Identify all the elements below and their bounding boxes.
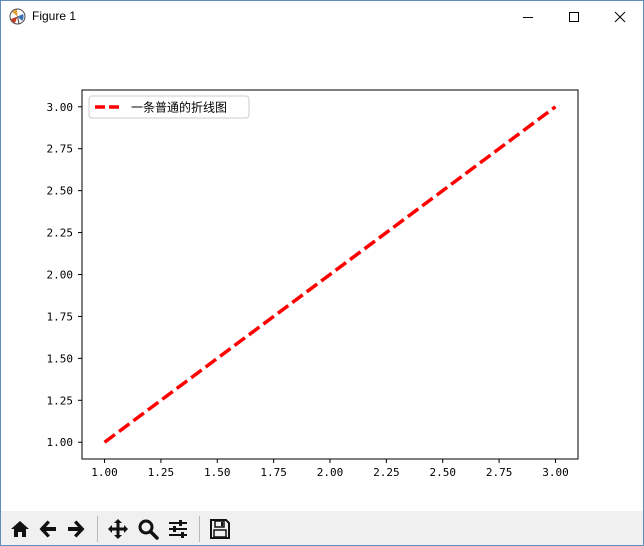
title-bar[interactable]: Figure 1 — [1, 1, 643, 32]
zoom-button[interactable] — [135, 516, 161, 542]
close-icon — [614, 11, 626, 22]
y-tick-label: 2.00 — [47, 269, 74, 282]
toolbar-separator — [199, 516, 200, 542]
x-tick-label: 2.50 — [429, 466, 456, 479]
y-tick-label: 1.50 — [47, 352, 74, 365]
y-tick-label: 1.75 — [47, 310, 74, 323]
y-tick-label: 2.75 — [47, 143, 74, 156]
x-tick-label: 1.00 — [91, 466, 118, 479]
home-icon — [11, 521, 29, 537]
configure-subplots-button[interactable] — [165, 516, 191, 542]
sliders-icon — [169, 520, 187, 538]
arrow-right-icon — [68, 520, 85, 538]
minimize-icon — [523, 16, 533, 18]
pan-button[interactable] — [105, 516, 131, 542]
y-tick-label: 1.00 — [47, 436, 74, 449]
series-line — [103, 105, 557, 444]
matplotlib-icon — [9, 8, 26, 25]
window-title: Figure 1 — [32, 9, 77, 23]
magnifier-icon — [138, 519, 159, 540]
navigation-toolbar — [1, 511, 643, 545]
line-chart: 1.00 1.25 1.50 1.75 2.00 2.25 2.50 2.75 3.00 1.00… — [47, 89, 579, 479]
toolbar-separator — [97, 516, 98, 542]
maximize-icon — [569, 11, 579, 22]
maximize-button[interactable] — [551, 1, 597, 32]
close-button[interactable] — [597, 1, 643, 32]
legend-label: 一条普通的折线图 — [131, 100, 227, 115]
save-button[interactable] — [207, 516, 233, 542]
home-button[interactable] — [7, 516, 33, 542]
figure-canvas[interactable]: 1.00 1.25 1.50 1.75 2.00 2.25 2.50 2.75 3.00 1.00… — [1, 32, 643, 511]
x-tick-label: 2.75 — [486, 466, 513, 479]
y-tick-label: 3.00 — [47, 101, 74, 114]
x-tick-label: 1.50 — [204, 466, 231, 479]
y-tick-label: 2.50 — [47, 185, 74, 198]
minimize-button[interactable] — [505, 1, 551, 32]
floppy-disk-icon — [210, 519, 230, 539]
x-tick-label: 1.25 — [148, 466, 175, 479]
y-tick-label: 2.25 — [47, 227, 74, 240]
x-tick-label: 2.25 — [373, 466, 400, 479]
x-tick-label: 2.00 — [317, 466, 344, 479]
move-icon — [108, 519, 128, 539]
forward-button[interactable] — [63, 516, 89, 542]
y-tick-label: 1.25 — [47, 394, 74, 407]
arrow-left-icon — [39, 520, 56, 538]
x-tick-label: 3.00 — [542, 466, 569, 479]
figure-window: Figure 1 1.00 1.25 1.50 1.75 2.00 2.25 2.50 2.7… — [0, 0, 644, 546]
x-tick-label: 1.75 — [260, 466, 287, 479]
back-button[interactable] — [35, 516, 61, 542]
